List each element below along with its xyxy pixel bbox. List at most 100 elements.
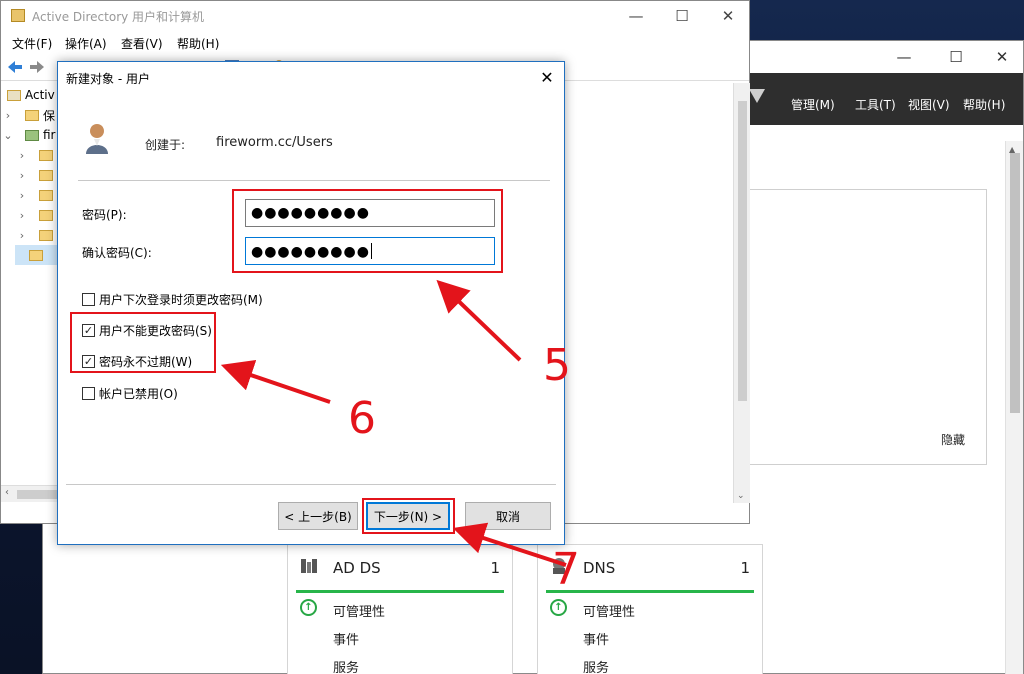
menu-tools[interactable]: 工具(T) xyxy=(855,96,896,113)
annotation-step-6: 6 xyxy=(348,393,376,444)
menu-view[interactable]: 查看(V) xyxy=(121,35,163,52)
tree-item-label: fir xyxy=(43,128,56,142)
chevron-down-icon[interactable]: ⌄ xyxy=(1,129,15,142)
window-title: Active Directory 用户和计算机 xyxy=(32,10,205,24)
tree-item-label: 保 xyxy=(43,108,56,123)
ou-folder-icon xyxy=(39,189,53,201)
tile-status-link[interactable]: 可管理性 xyxy=(333,601,385,620)
close-button[interactable]: ✕ xyxy=(705,1,751,31)
created-in-label: 创建于: xyxy=(145,138,186,152)
aduc-titlebar: Active Directory 用户和计算机 — ☐ ✕ xyxy=(1,1,749,31)
tile-ad-ds[interactable]: AD DS 1 ↑ 可管理性 事件 服务 xyxy=(287,544,513,674)
new-user-dialog: 新建对象 - 用户 ✕ 创建于: fireworm.cc/Users 密码(P)… xyxy=(57,61,565,545)
close-button[interactable]: ✕ xyxy=(979,41,1024,73)
tree-item-child[interactable]: › xyxy=(15,185,53,205)
chevron-right-icon[interactable]: › xyxy=(15,209,29,222)
tree-item-users-selected[interactable] xyxy=(15,245,59,265)
arrow-up-circle-icon: ↑ xyxy=(550,599,567,616)
scroll-up-icon[interactable]: ▲ xyxy=(1009,145,1015,154)
scrollbar-thumb[interactable] xyxy=(738,101,747,401)
tile-events-link[interactable]: 事件 xyxy=(583,629,609,648)
checkbox-account-disabled[interactable]: 帐户已禁用(O) xyxy=(82,385,178,402)
chevron-right-icon[interactable]: › xyxy=(15,169,29,182)
chevron-right-icon[interactable]: › xyxy=(15,229,29,242)
tile-services-link[interactable]: 服务 xyxy=(333,657,359,674)
folder-icon xyxy=(29,249,43,261)
checkbox-box[interactable] xyxy=(82,293,95,306)
folder-icon xyxy=(25,109,39,121)
dialog-title: 新建对象 - 用户 xyxy=(66,72,150,86)
cancel-button[interactable]: 取消 xyxy=(465,502,551,530)
maximize-button[interactable]: ☐ xyxy=(933,41,979,73)
server-role-icon xyxy=(301,559,317,573)
tree-horizontal-scrollbar[interactable]: ‹ xyxy=(1,485,59,502)
welcome-card xyxy=(743,189,987,465)
notifications-flag-icon[interactable] xyxy=(749,89,765,103)
arrow-up-circle-icon: ↑ xyxy=(300,599,317,616)
tree-item-domain[interactable]: ⌄ fir xyxy=(1,125,56,145)
scrollbar-thumb[interactable] xyxy=(1010,153,1020,413)
dialog-titlebar: 新建对象 - 用户 ✕ xyxy=(58,62,564,92)
server-manager-scrollbar[interactable] xyxy=(1005,141,1023,674)
checkbox-box[interactable] xyxy=(82,387,95,400)
domain-icon xyxy=(25,129,39,141)
tree-item-child[interactable]: › xyxy=(15,225,53,245)
tree-item-root[interactable]: Activ xyxy=(1,85,55,105)
checkbox-must-change-password[interactable]: 用户下次登录时须更改密码(M) xyxy=(82,291,263,308)
scroll-left-icon[interactable]: ‹ xyxy=(5,487,9,498)
divider xyxy=(78,180,550,181)
tree-item-child[interactable]: › xyxy=(15,145,53,165)
tile-services-link[interactable]: 服务 xyxy=(583,657,609,674)
menu-manage[interactable]: 管理(M) xyxy=(791,96,835,113)
folder-icon xyxy=(39,169,53,181)
back-arrow-icon[interactable] xyxy=(6,58,24,76)
tile-title: AD DS xyxy=(333,559,381,577)
tile-events-link[interactable]: 事件 xyxy=(333,629,359,648)
folder-icon xyxy=(39,209,53,221)
tile-title: DNS xyxy=(583,559,616,577)
menu-action[interactable]: 操作(A) xyxy=(65,35,107,52)
annotation-step-5: 5 xyxy=(543,340,571,391)
dialog-close-button[interactable]: ✕ xyxy=(530,62,564,92)
menu-view[interactable]: 视图(V) xyxy=(908,96,950,113)
list-vertical-scrollbar[interactable]: ⌄ xyxy=(733,83,750,503)
checkbox-label: 用户下次登录时须更改密码(M) xyxy=(99,293,263,307)
navigation-tree: Activ › 保 ⌄ fir › › › › › xyxy=(1,83,59,483)
menu-help[interactable]: 帮助(H) xyxy=(177,35,219,52)
chevron-right-icon[interactable]: › xyxy=(15,149,29,162)
menu-file[interactable]: 文件(F) xyxy=(12,35,52,52)
forward-arrow-icon[interactable] xyxy=(28,58,46,76)
folder-icon xyxy=(39,149,53,161)
minimize-button[interactable]: — xyxy=(613,1,659,31)
tile-status-link[interactable]: 可管理性 xyxy=(583,601,635,620)
back-button[interactable]: < 上一步(B) xyxy=(278,502,358,530)
scrollbar-thumb[interactable] xyxy=(17,490,57,499)
tile-status-bar xyxy=(296,590,504,593)
created-in-path: fireworm.cc/Users xyxy=(216,135,333,150)
highlight-password-fields xyxy=(232,189,503,273)
maximize-button[interactable]: ☐ xyxy=(659,1,705,31)
divider xyxy=(66,484,556,485)
chevron-right-icon[interactable]: › xyxy=(1,109,15,122)
tile-count: 1 xyxy=(740,559,750,577)
menu-bar: 文件(F) 操作(A) 查看(V) 帮助(H) xyxy=(1,31,749,53)
minimize-button[interactable]: — xyxy=(881,41,927,73)
tile-count: 1 xyxy=(490,559,500,577)
annotation-step-7: 7 xyxy=(552,544,580,595)
tree-item-child[interactable]: › xyxy=(15,165,53,185)
scroll-down-icon[interactable]: ⌄ xyxy=(737,491,745,501)
book-icon xyxy=(7,89,21,101)
directory-folder-icon xyxy=(11,9,25,22)
menu-help[interactable]: 帮助(H) xyxy=(963,96,1005,113)
checkbox-label: 帐户已禁用(O) xyxy=(99,387,178,401)
password-label: 密码(P): xyxy=(82,208,127,222)
hide-link[interactable]: 隐藏 xyxy=(941,431,965,448)
chevron-right-icon[interactable]: › xyxy=(15,189,29,202)
highlight-checkboxes xyxy=(70,312,216,373)
user-avatar-icon xyxy=(86,124,108,154)
tree-item-child[interactable]: › xyxy=(15,205,53,225)
tree-item-label: Activ xyxy=(25,88,55,102)
highlight-next-button xyxy=(362,498,455,534)
folder-icon xyxy=(39,229,53,241)
tree-item-saved-queries[interactable]: › 保 xyxy=(1,105,55,125)
